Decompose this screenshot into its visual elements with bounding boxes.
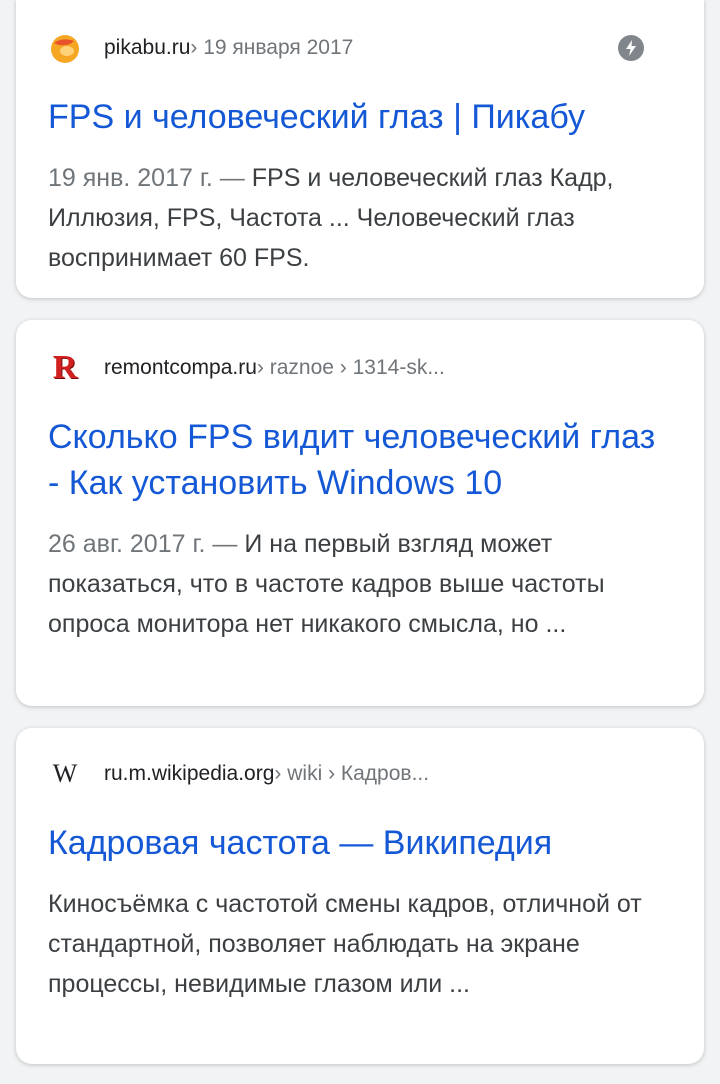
result-source[interactable]: W ru.m.wikipedia.org › wiki › Кадров... xyxy=(48,754,429,794)
result-site: pikabu.ru xyxy=(104,36,191,59)
result-breadcrumb: › raznoe › 1314-sk... xyxy=(256,356,445,379)
remontcompa-logo-icon: R xyxy=(52,349,78,386)
result-source[interactable]: R remontcompa.ru › raznoe › 1314-sk... xyxy=(48,348,445,388)
result-snippet: Киносъёмка с частотой смены кадров, отли… xyxy=(48,890,642,998)
result-title-link[interactable]: Кадровая частота — Википедия xyxy=(48,820,672,866)
result-title-link[interactable]: FPS и человеческий глаз | Пикабу xyxy=(48,94,672,140)
result-source[interactable]: pikabu.ru › 19 января 2017 xyxy=(48,28,353,68)
result-site: ru.m.wikipedia.org xyxy=(104,762,275,785)
search-result-card: W ru.m.wikipedia.org › wiki › Кадров... … xyxy=(16,728,704,1064)
pikabu-logo-icon xyxy=(48,31,82,65)
result-date: 26 авг. 2017 г. — xyxy=(48,530,245,558)
result-breadcrumb: › wiki › Кадров... xyxy=(274,762,430,785)
wikipedia-logo-icon: W xyxy=(52,759,78,788)
search-result-card: R remontcompa.ru › raznoe › 1314-sk... С… xyxy=(16,320,704,706)
result-breadcrumb: › 19 января 2017 xyxy=(190,36,354,59)
result-date: 19 янв. 2017 г. — xyxy=(48,164,252,192)
result-title-link[interactable]: Сколько FPS видит человеческий глаз - Ка… xyxy=(48,414,672,506)
result-site: remontcompa.ru xyxy=(104,356,257,379)
amp-lightning-icon[interactable] xyxy=(618,35,644,61)
search-result-card: pikabu.ru › 19 января 2017 FPS и человеч… xyxy=(16,0,704,298)
result-snippet: 19 янв. 2017 г. — FPS и человеческий гла… xyxy=(48,158,674,278)
result-snippet: 26 авг. 2017 г. — И на первый взгляд мож… xyxy=(48,524,674,644)
